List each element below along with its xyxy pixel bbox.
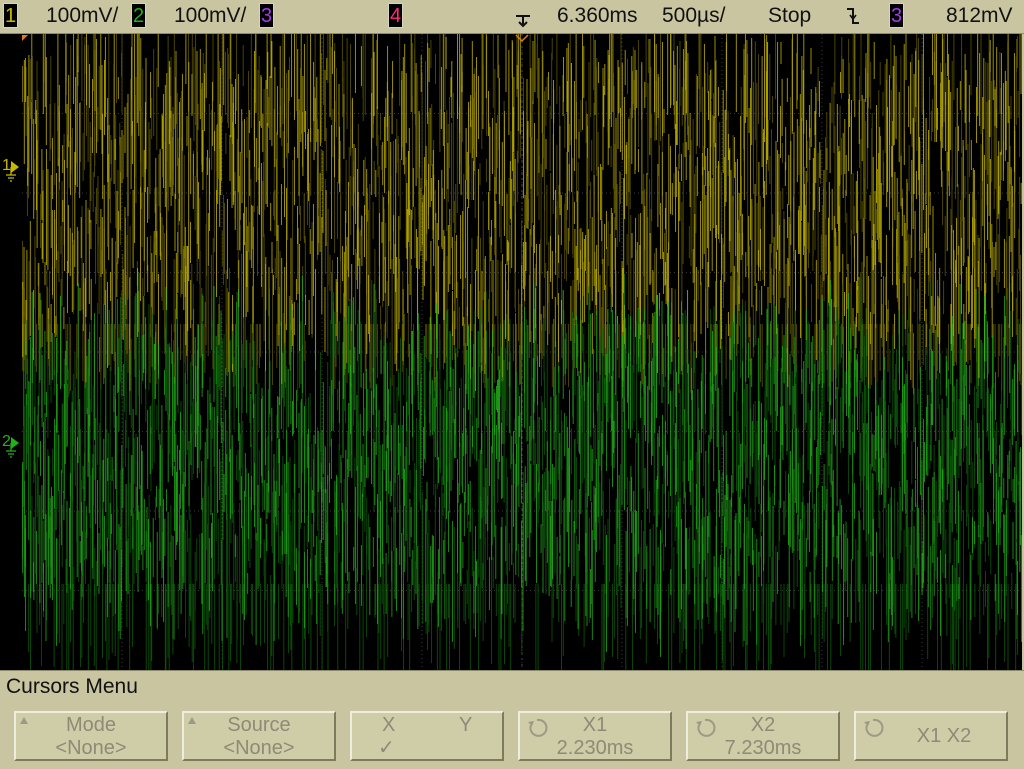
x1-x2-softkey[interactable]: X1 X2 [854, 711, 1008, 761]
knob-icon [864, 718, 884, 737]
falling-edge-icon [847, 8, 859, 24]
xy-softkey[interactable]: X Y ✓ [350, 711, 504, 761]
trigger-source-badge[interactable]: 3 [889, 3, 904, 28]
trigger-position-icon [516, 15, 530, 28]
source-label: Source [227, 714, 291, 736]
channel-3-badge[interactable]: 3 [259, 3, 274, 28]
channel-2-ground-marker[interactable]: 2 [0, 433, 22, 459]
source-softkey[interactable]: Source <None> [182, 711, 336, 761]
ground-arrow-icon [6, 437, 19, 458]
waveform-display[interactable] [22, 34, 1022, 670]
trigger-level-value[interactable]: 812mV [946, 3, 1013, 28]
x2-value: 7.230ms [724, 737, 802, 759]
y-label: Y [459, 714, 473, 736]
time-scale-value[interactable]: 500µs/ [662, 3, 725, 28]
mode-softkey[interactable]: Mode <None> [14, 711, 168, 761]
run-state: Stop [768, 4, 812, 27]
ground-arrow-icon [6, 161, 19, 182]
channel-1-scale[interactable]: 100mV/ [46, 3, 118, 28]
channel-2-badge[interactable]: 2 [131, 3, 146, 28]
mode-value: <None> [55, 737, 127, 759]
x2-label: X2 [750, 714, 776, 736]
channel-1-ground-marker[interactable]: 1 [0, 157, 22, 183]
time-delay-value[interactable]: 6.360ms [557, 3, 638, 28]
channel-1-badge[interactable]: 1 [3, 3, 18, 28]
source-value: <None> [223, 737, 295, 759]
x1-softkey[interactable]: X1 2.230ms [518, 711, 672, 761]
x-selected-check: ✓ [378, 737, 395, 759]
channel-marker-strip [0, 34, 22, 670]
x1-x2-label: X1 X2 [916, 725, 972, 747]
x1-value: 2.230ms [556, 737, 634, 759]
x2-softkey[interactable]: X2 7.230ms [686, 711, 840, 761]
status-bar: 1 100mV/ 2 100mV/ 3 4 6.360ms 500µs/ Sto… [0, 0, 1024, 34]
x1-label: X1 [582, 714, 608, 736]
softkey-menu: Cursors Menu Mode <None> Source <None> X… [0, 670, 1024, 769]
menu-title: Cursors Menu [6, 675, 138, 698]
channel-4-badge[interactable]: 4 [388, 3, 403, 28]
mode-label: Mode [65, 714, 117, 736]
channel-2-scale[interactable]: 100mV/ [174, 3, 246, 28]
